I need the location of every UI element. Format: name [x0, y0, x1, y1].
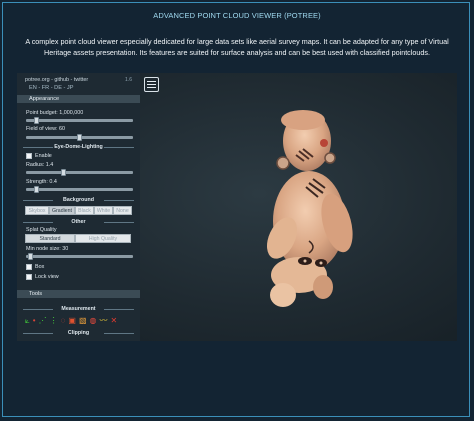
distance-icon[interactable]: ⋰ — [39, 316, 47, 325]
background-skybox-button[interactable]: Skybox — [25, 206, 49, 215]
lock-view-checkbox[interactable]: Lock view — [26, 274, 59, 280]
background-gradient-button[interactable]: Gradient — [49, 206, 75, 215]
measurement-toolbar: ⟀ • ⋰ ⋮ ◌ ▣ ▧ ◍ 〰 ✕ — [25, 316, 117, 325]
box-checkbox[interactable]: Box — [26, 264, 44, 270]
splat-quality-label: Splat Quality — [26, 227, 57, 233]
volume-icon[interactable]: ▧ — [79, 316, 87, 325]
tools-header[interactable]: Tools — [17, 290, 140, 298]
sidebar: potree.org - github - twitter 1.6 EN - F… — [17, 73, 140, 341]
area-icon[interactable]: ▣ — [68, 316, 76, 325]
radius-label: Radius: 1.4 — [26, 162, 54, 168]
edl-enable-label: Enable — [35, 153, 52, 159]
page-description: A complex point cloud viewer especially … — [25, 37, 449, 57]
point-icon[interactable]: • — [33, 316, 36, 325]
height-icon[interactable]: ⋮ — [50, 316, 58, 325]
point-budget-label: Point budget: 1,000,000 — [26, 110, 84, 116]
splat-standard-button[interactable]: Standard — [25, 234, 75, 243]
appearance-header[interactable]: Appearance — [17, 95, 140, 103]
remove-all-icon[interactable]: ✕ — [110, 316, 117, 325]
slider-handle[interactable] — [77, 134, 82, 141]
checkbox-box[interactable] — [26, 264, 32, 270]
slider-handle[interactable] — [34, 117, 39, 124]
edl-header: Eye-Dome-Lighting — [17, 144, 140, 150]
page-title: ADVANCED POINT CLOUD VIEWER (POTREE) — [153, 11, 321, 20]
slider-handle[interactable] — [61, 169, 66, 176]
circle-icon[interactable]: ◌ — [61, 316, 66, 325]
edl-enable-checkbox[interactable]: Enable — [26, 153, 52, 159]
clipping-header: Clipping — [17, 330, 140, 336]
slider-handle[interactable] — [34, 186, 39, 193]
background-white-button[interactable]: White — [94, 206, 113, 215]
sphere-volume-icon[interactable]: ◍ — [90, 316, 97, 325]
checkbox-box[interactable] — [26, 153, 32, 159]
radius-slider[interactable] — [26, 169, 133, 176]
fov-label: Field of view: 60 — [26, 126, 65, 132]
background-options: Skybox Gradient Black White None — [25, 206, 132, 215]
angle-icon[interactable]: ⟀ — [25, 316, 30, 325]
fov-slider[interactable] — [26, 134, 133, 141]
sidebar-links[interactable]: potree.org - github - twitter — [25, 77, 88, 83]
point-budget-slider[interactable] — [26, 117, 133, 124]
background-black-button[interactable]: Black — [75, 206, 94, 215]
measurement-header: Measurement — [17, 306, 140, 312]
strength-slider[interactable] — [26, 186, 133, 193]
box-label: Box — [35, 264, 45, 270]
language-selector[interactable]: EN - FR - DE - JP — [29, 85, 73, 91]
min-node-size-slider[interactable] — [26, 253, 133, 260]
strength-label: Strength: 0.4 — [26, 179, 57, 185]
lock-view-label: Lock view — [35, 274, 59, 280]
min-node-size-label: Min node size: 30 — [26, 246, 69, 252]
version-label: 1.6 — [125, 77, 132, 83]
background-none-button[interactable]: None — [113, 206, 132, 215]
splat-high-quality-button[interactable]: High Quality — [75, 234, 131, 243]
background-header: Background — [17, 197, 140, 203]
hamburger-menu-icon — [147, 80, 156, 82]
checkbox-box[interactable] — [26, 274, 32, 280]
menu-toggle-button[interactable] — [144, 77, 159, 92]
slider-handle[interactable] — [28, 253, 33, 260]
other-header: Other — [17, 219, 140, 225]
splat-quality-options: Standard High Quality — [25, 234, 131, 243]
profile-icon[interactable]: 〰 — [99, 316, 107, 325]
